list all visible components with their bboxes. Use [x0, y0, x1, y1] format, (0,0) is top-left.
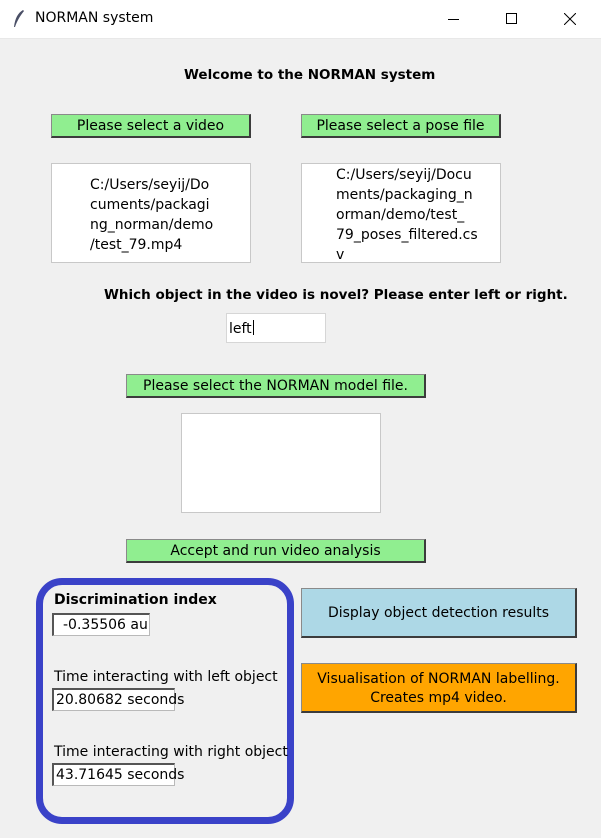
select-model-file-button[interactable]: Please select the NORMAN model file.: [126, 374, 426, 398]
pose-path-line: orman/demo/test_: [336, 207, 465, 223]
close-icon: [564, 13, 576, 25]
visualise-labelling-line: Creates mp4 video.: [370, 690, 507, 706]
window-title: NORMAN system: [35, 10, 154, 26]
maximize-button[interactable]: [489, 0, 535, 38]
pose-path-line: ments/packaging_n: [336, 187, 473, 203]
select-pose-file-button[interactable]: Please select a pose file: [301, 114, 501, 138]
select-video-button[interactable]: Please select a video: [51, 114, 251, 138]
video-path-line: cuments/packagi: [90, 197, 210, 213]
video-path-box: C:/Users/seyij/Do cuments/packagi ng_nor…: [51, 163, 251, 263]
feather-icon: [12, 9, 26, 29]
right-object-time-value: 43.71645 seconds: [52, 763, 184, 786]
novel-object-input[interactable]: left: [226, 313, 326, 343]
model-path-box: [181, 413, 381, 513]
pose-path-line: v: [336, 247, 345, 263]
discrimination-index-value: -0.35506 au: [52, 613, 150, 636]
text-caret: [252, 320, 254, 335]
close-button[interactable]: [547, 0, 593, 38]
video-path-text: C:/Users/seyij/Do cuments/packagi ng_nor…: [90, 175, 230, 255]
display-detection-results-button[interactable]: Display object detection results: [301, 588, 577, 638]
left-object-time-value: 20.80682 seconds: [52, 688, 184, 711]
maximize-icon: [506, 13, 517, 24]
run-analysis-button[interactable]: Accept and run video analysis: [126, 539, 426, 563]
pose-path-box: C:/Users/seyij/Docu ments/packaging_n or…: [301, 163, 501, 263]
minimize-button[interactable]: [431, 0, 477, 38]
welcome-heading: Welcome to the NORMAN system: [184, 67, 436, 83]
video-path-line: ng_norman/demo: [90, 217, 214, 233]
pose-path-line: C:/Users/seyij/Docu: [336, 167, 472, 183]
video-path-line: C:/Users/seyij/Do: [90, 177, 210, 193]
right-object-time-label: Time interacting with right object: [54, 744, 288, 760]
visualise-labelling-button[interactable]: Visualisation of NORMAN labelling. Creat…: [301, 663, 577, 713]
novel-object-value: left: [229, 321, 252, 337]
video-path-line: /test_79.mp4: [90, 237, 183, 253]
pose-path-text: C:/Users/seyij/Docu ments/packaging_n or…: [336, 165, 496, 265]
visualise-labelling-line: Visualisation of NORMAN labelling.: [317, 671, 560, 687]
discrimination-index-label: Discrimination index: [54, 592, 217, 608]
novel-object-question: Which object in the video is novel? Plea…: [104, 287, 568, 303]
pose-path-line: 79_poses_filtered.cs: [336, 227, 478, 243]
left-object-time-label: Time interacting with left object: [54, 669, 278, 685]
title-bar: NORMAN system: [0, 0, 601, 39]
minimize-icon: [448, 19, 459, 20]
